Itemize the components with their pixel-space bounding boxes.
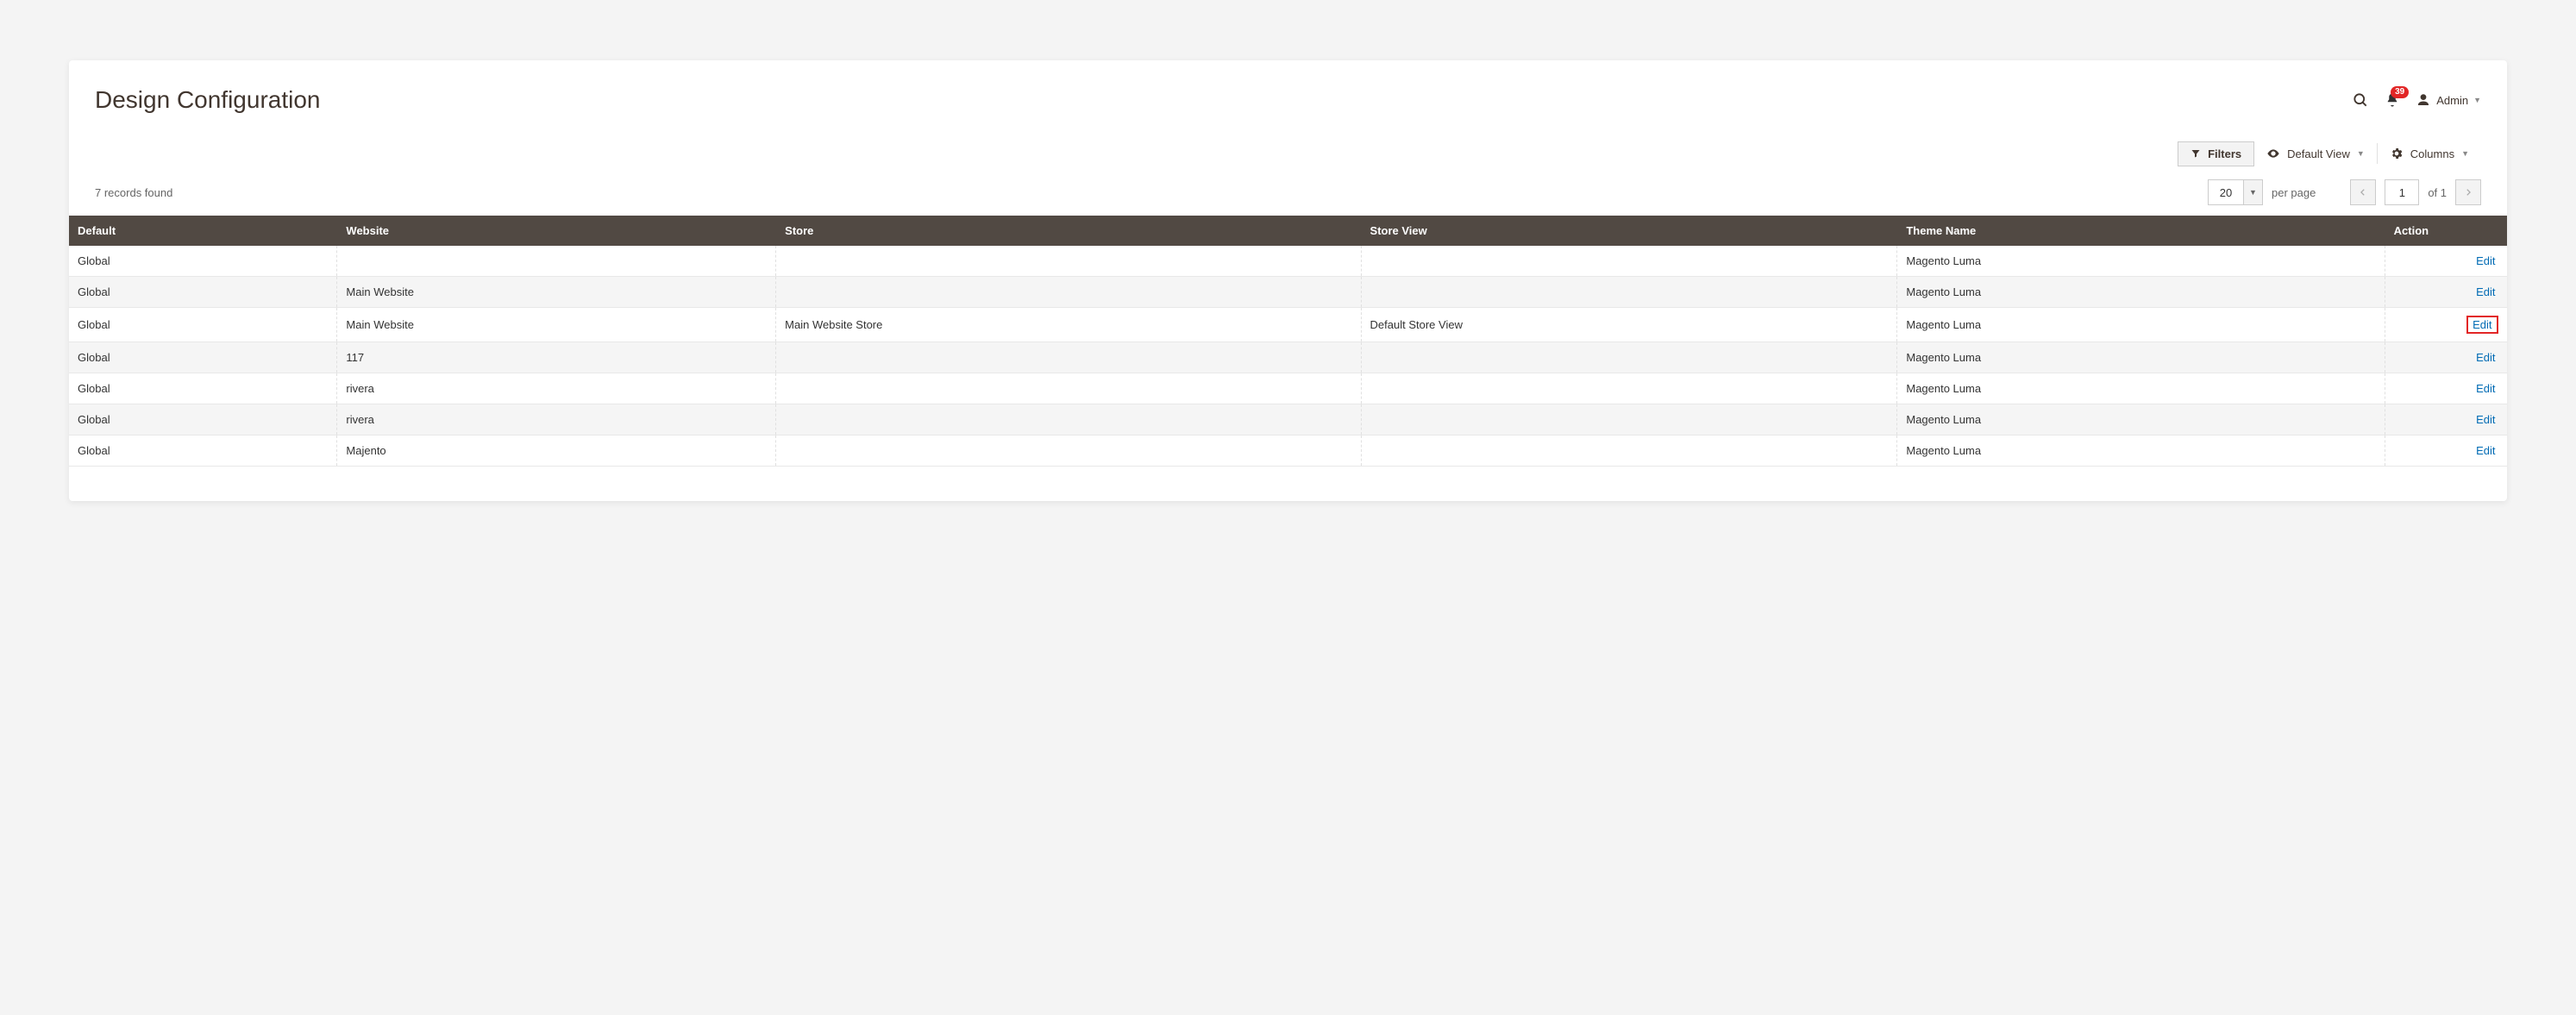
- notifications-button[interactable]: 39: [2385, 92, 2400, 108]
- cell-action: Edit: [2385, 435, 2506, 467]
- cell-theme-name: Magento Luma: [1897, 373, 2385, 404]
- default-view-label: Default View: [2287, 147, 2350, 160]
- col-header-store-view[interactable]: Store View: [1361, 216, 1897, 246]
- table-row[interactable]: Globalrivera Magento Luma Edit: [69, 404, 2507, 435]
- cell-website: rivera: [337, 404, 776, 435]
- edit-link[interactable]: Edit: [2473, 412, 2498, 427]
- cell-store-view: [1361, 435, 1897, 467]
- cell-store-view: [1361, 404, 1897, 435]
- cell-store: Main Website Store: [776, 308, 1361, 342]
- cell-website: Main Website: [337, 277, 776, 308]
- edit-link[interactable]: Edit: [2473, 350, 2498, 365]
- cell-store-view: Default Store View: [1361, 308, 1897, 342]
- table-row[interactable]: GlobalMain Website Magento Luma Edit: [69, 277, 2507, 308]
- design-config-table: Default Website Store Store View Theme N…: [69, 216, 2507, 467]
- cell-website: 117: [337, 342, 776, 373]
- admin-account-menu[interactable]: Admin ▼: [2416, 92, 2481, 108]
- filters-label: Filters: [2208, 147, 2241, 160]
- cell-default: Global: [69, 277, 337, 308]
- cell-store-view: [1361, 373, 1897, 404]
- per-page-value: 20: [2209, 180, 2243, 204]
- cell-store: [776, 373, 1361, 404]
- cell-website: [337, 246, 776, 277]
- cell-store-view: [1361, 277, 1897, 308]
- cell-action: Edit: [2385, 308, 2506, 342]
- cell-store-view: [1361, 246, 1897, 277]
- cell-website: Majento: [337, 435, 776, 467]
- cell-default: Global: [69, 246, 337, 277]
- admin-label: Admin: [2436, 94, 2468, 107]
- cell-store: [776, 404, 1361, 435]
- cell-default: Global: [69, 435, 337, 467]
- user-icon: [2416, 92, 2431, 108]
- cell-theme-name: Magento Luma: [1897, 277, 2385, 308]
- cell-action: Edit: [2385, 404, 2506, 435]
- columns-dropdown[interactable]: Columns ▼: [2378, 140, 2481, 167]
- cell-default: Global: [69, 308, 337, 342]
- default-view-dropdown[interactable]: Default View ▼: [2254, 140, 2377, 167]
- table-row[interactable]: Global117 Magento Luma Edit: [69, 342, 2507, 373]
- page-of-label: of 1: [2428, 186, 2447, 199]
- columns-label: Columns: [2410, 147, 2454, 160]
- page-title: Design Configuration: [95, 86, 321, 114]
- edit-link[interactable]: Edit: [2473, 381, 2498, 396]
- header-actions: 39 Admin ▼: [2352, 91, 2481, 109]
- notification-badge: 39: [2391, 86, 2409, 98]
- cell-website: rivera: [337, 373, 776, 404]
- cell-default: Global: [69, 342, 337, 373]
- admin-card: Design Configuration 39: [69, 60, 2507, 501]
- col-header-store[interactable]: Store: [776, 216, 1361, 246]
- table-row[interactable]: Global Magento Luma Edit: [69, 246, 2507, 277]
- list-controls: 7 records found 20 ▼ per page of 1: [69, 179, 2507, 216]
- cell-action: Edit: [2385, 342, 2506, 373]
- cell-default: Global: [69, 404, 337, 435]
- table-header-row: Default Website Store Store View Theme N…: [69, 216, 2507, 246]
- chevron-down-icon[interactable]: ▼: [2243, 180, 2262, 204]
- cell-website: Main Website: [337, 308, 776, 342]
- cell-action: Edit: [2385, 373, 2506, 404]
- chevron-down-icon: ▼: [2473, 96, 2481, 104]
- cell-theme-name: Magento Luma: [1897, 404, 2385, 435]
- cell-store: [776, 246, 1361, 277]
- cell-action: Edit: [2385, 277, 2506, 308]
- table-row[interactable]: GlobalMain WebsiteMain Website StoreDefa…: [69, 308, 2507, 342]
- cell-action: Edit: [2385, 246, 2506, 277]
- cell-store: [776, 277, 1361, 308]
- cell-theme-name: Magento Luma: [1897, 308, 2385, 342]
- gear-icon: [2390, 147, 2404, 160]
- chevron-down-icon: ▼: [2357, 149, 2365, 158]
- cell-store: [776, 435, 1361, 467]
- edit-link[interactable]: Edit: [2473, 254, 2498, 268]
- search-icon[interactable]: [2352, 91, 2369, 109]
- per-page-select[interactable]: 20 ▼: [2208, 179, 2263, 205]
- edit-link[interactable]: Edit: [2473, 285, 2498, 299]
- funnel-icon: [2191, 148, 2201, 159]
- eye-icon: [2266, 147, 2280, 160]
- cell-store: [776, 342, 1361, 373]
- page-prev-button[interactable]: [2350, 179, 2376, 205]
- col-header-action: Action: [2385, 216, 2506, 246]
- cell-theme-name: Magento Luma: [1897, 435, 2385, 467]
- per-page-label: per page: [2272, 186, 2316, 199]
- filters-button[interactable]: Filters: [2178, 141, 2254, 166]
- cell-theme-name: Magento Luma: [1897, 342, 2385, 373]
- cell-store-view: [1361, 342, 1897, 373]
- records-found: 7 records found: [95, 186, 172, 199]
- page-number-input[interactable]: [2385, 179, 2419, 205]
- table-row[interactable]: GlobalMajento Magento Luma Edit: [69, 435, 2507, 467]
- table-row[interactable]: Globalrivera Magento Luma Edit: [69, 373, 2507, 404]
- edit-link[interactable]: Edit: [2473, 443, 2498, 458]
- grid-toolbar: Filters Default View ▼ Columns: [69, 140, 2507, 179]
- edit-link[interactable]: Edit: [2466, 316, 2498, 334]
- col-header-default[interactable]: Default: [69, 216, 337, 246]
- page-header: Design Configuration 39: [69, 86, 2507, 140]
- col-header-website[interactable]: Website: [337, 216, 776, 246]
- col-header-theme-name[interactable]: Theme Name: [1897, 216, 2385, 246]
- page-next-button[interactable]: [2455, 179, 2481, 205]
- pager: 20 ▼ per page of 1: [2208, 179, 2481, 205]
- cell-theme-name: Magento Luma: [1897, 246, 2385, 277]
- cell-default: Global: [69, 373, 337, 404]
- chevron-down-icon: ▼: [2461, 149, 2469, 158]
